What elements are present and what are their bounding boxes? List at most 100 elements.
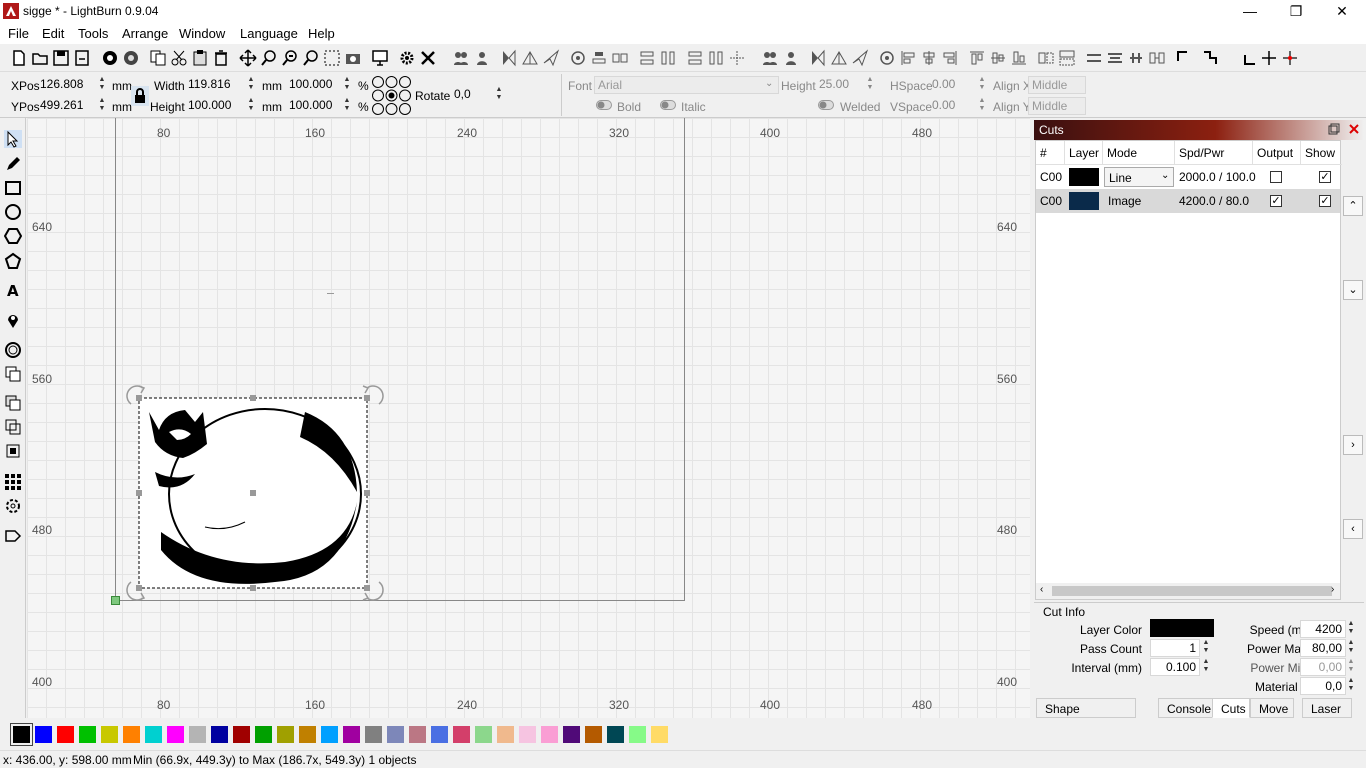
- interval-spinner[interactable]: ▲ ▼: [1200, 658, 1212, 676]
- scale-height-spinner[interactable]: ▲ ▼: [341, 97, 353, 115]
- weld-icon[interactable]: [4, 442, 22, 460]
- palette-swatch[interactable]: [475, 726, 492, 743]
- paste-icon[interactable]: [191, 49, 209, 67]
- align-right-icon[interactable]: [611, 49, 629, 67]
- palette-swatch[interactable]: [651, 726, 668, 743]
- align-bottom-icon[interactable]: [659, 49, 677, 67]
- power-max-spinner[interactable]: ▲ ▼: [1345, 639, 1357, 657]
- ellipse-icon[interactable]: [4, 203, 22, 221]
- corner-step-icon[interactable]: [1202, 49, 1220, 67]
- height-input[interactable]: 100.000: [185, 97, 243, 115]
- vspace-spinner[interactable]: ▲ ▼: [976, 97, 988, 115]
- layer-color-swatch[interactable]: [1069, 168, 1099, 186]
- mirror-v-icon[interactable]: [830, 49, 848, 67]
- rotate-icon[interactable]: [542, 49, 560, 67]
- align-y-select[interactable]: Middle: [1028, 97, 1086, 115]
- position-marker-icon[interactable]: [4, 311, 22, 329]
- group-icon[interactable]: [452, 49, 470, 67]
- interval-input[interactable]: 0.100: [1150, 658, 1200, 676]
- table-row[interactable]: C00 Image 4200.0 / 80.0 ✓ ✓: [1036, 189, 1340, 213]
- cut-icon[interactable]: [170, 49, 188, 67]
- pentagon-icon[interactable]: [4, 252, 22, 270]
- corner-tl-icon[interactable]: [1175, 49, 1193, 67]
- zoom-in-icon[interactable]: [260, 49, 278, 67]
- align-top-icon[interactable]: [638, 49, 656, 67]
- select-frame-icon[interactable]: [323, 49, 341, 67]
- align-center-icon[interactable]: [878, 49, 896, 67]
- palette-swatch[interactable]: [101, 726, 118, 743]
- italic-toggle-icon[interactable]: [660, 100, 676, 110]
- save-icon[interactable]: [52, 49, 70, 67]
- distribute-v-icon[interactable]: [707, 49, 725, 67]
- import-icon[interactable]: [101, 49, 119, 67]
- palette-swatch[interactable]: [35, 726, 52, 743]
- select-arrow-icon[interactable]: [4, 130, 22, 148]
- text-height-input[interactable]: 25.00: [816, 76, 864, 94]
- tab-move[interactable]: Move: [1250, 698, 1294, 718]
- tools-icon[interactable]: [419, 49, 437, 67]
- menu-language[interactable]: Language: [240, 26, 298, 41]
- close-panel-icon[interactable]: [1348, 123, 1360, 135]
- mirror-v-icon[interactable]: [521, 49, 539, 67]
- palette-swatch[interactable]: [233, 726, 250, 743]
- palette-swatch[interactable]: [519, 726, 536, 743]
- palette-swatch[interactable]: [189, 726, 206, 743]
- welded-toggle-icon[interactable]: [818, 100, 834, 110]
- speed-input[interactable]: 4200: [1300, 620, 1346, 638]
- dock-h-icon[interactable]: [1148, 49, 1166, 67]
- align-left-icon[interactable]: [590, 49, 608, 67]
- delete-icon[interactable]: [212, 49, 230, 67]
- boolean-intersect-icon[interactable]: [4, 418, 22, 436]
- palette-swatch[interactable]: [409, 726, 426, 743]
- align-right-icon[interactable]: [941, 49, 959, 67]
- same-width-icon[interactable]: [1085, 49, 1103, 67]
- align-center-icon[interactable]: [920, 49, 938, 67]
- palette-swatch[interactable]: [277, 726, 294, 743]
- dock-icon[interactable]: [1127, 49, 1145, 67]
- vspace-input[interactable]: 0.00: [929, 97, 977, 115]
- material-input[interactable]: 0,0: [1300, 677, 1346, 695]
- save-as-icon[interactable]: [73, 49, 91, 67]
- expand-right-button[interactable]: ›: [1343, 435, 1363, 455]
- move-layer-down-button[interactable]: ⌄: [1343, 280, 1363, 300]
- maximize-button[interactable]: ❐: [1273, 0, 1319, 22]
- red-cross-icon[interactable]: [1281, 49, 1299, 67]
- move-layer-up-button[interactable]: ⌃: [1343, 196, 1363, 216]
- power-min-input[interactable]: 0,00: [1300, 658, 1346, 676]
- palette-swatch[interactable]: [57, 726, 74, 743]
- hspace-spinner[interactable]: ▲ ▼: [976, 76, 988, 94]
- palette-swatch[interactable]: [497, 726, 514, 743]
- align-bottom-icon[interactable]: [1010, 49, 1028, 67]
- distribute-v-icon[interactable]: [1058, 49, 1076, 67]
- polygon-icon[interactable]: [4, 227, 22, 245]
- circular-array-icon[interactable]: [4, 497, 22, 515]
- scroll-left-icon[interactable]: ‹: [1040, 584, 1043, 595]
- distribute-h-icon[interactable]: [1037, 49, 1055, 67]
- palette-swatch[interactable]: [365, 726, 382, 743]
- palette-swatch[interactable]: [255, 726, 272, 743]
- rectangle-icon[interactable]: [4, 179, 22, 197]
- power-max-input[interactable]: 80,00: [1300, 639, 1346, 657]
- mode-select[interactable]: Line ⌄: [1104, 167, 1174, 187]
- speed-spinner[interactable]: ▲ ▼: [1345, 620, 1357, 638]
- menu-file[interactable]: File: [8, 26, 29, 41]
- close-button[interactable]: ✕: [1319, 0, 1365, 22]
- palette-swatch[interactable]: [167, 726, 184, 743]
- expand-left-button[interactable]: ‹: [1343, 519, 1363, 539]
- palette-swatch[interactable]: [431, 726, 448, 743]
- tab-laser[interactable]: Laser: [1302, 698, 1352, 718]
- scale-height-input[interactable]: 100.000: [286, 97, 341, 115]
- center-cross-icon[interactable]: [1260, 49, 1278, 67]
- export-icon[interactable]: [122, 49, 140, 67]
- ungroup-icon[interactable]: [473, 49, 491, 67]
- align-top-icon[interactable]: [968, 49, 986, 67]
- workspace-canvas[interactable]: 80 160 240 320 400 480 80 160 240 320 40…: [27, 118, 1030, 718]
- height-spinner[interactable]: ▲ ▼: [245, 97, 257, 115]
- palette-swatch[interactable]: [563, 726, 580, 743]
- palette-swatch[interactable]: [10, 723, 33, 746]
- layer-color-swatch[interactable]: [1069, 192, 1099, 210]
- palette-swatch[interactable]: [79, 726, 96, 743]
- zoom-out-icon[interactable]: [281, 49, 299, 67]
- horizontal-scrollbar[interactable]: ‹ ›: [1036, 583, 1340, 599]
- group-icon[interactable]: [761, 49, 779, 67]
